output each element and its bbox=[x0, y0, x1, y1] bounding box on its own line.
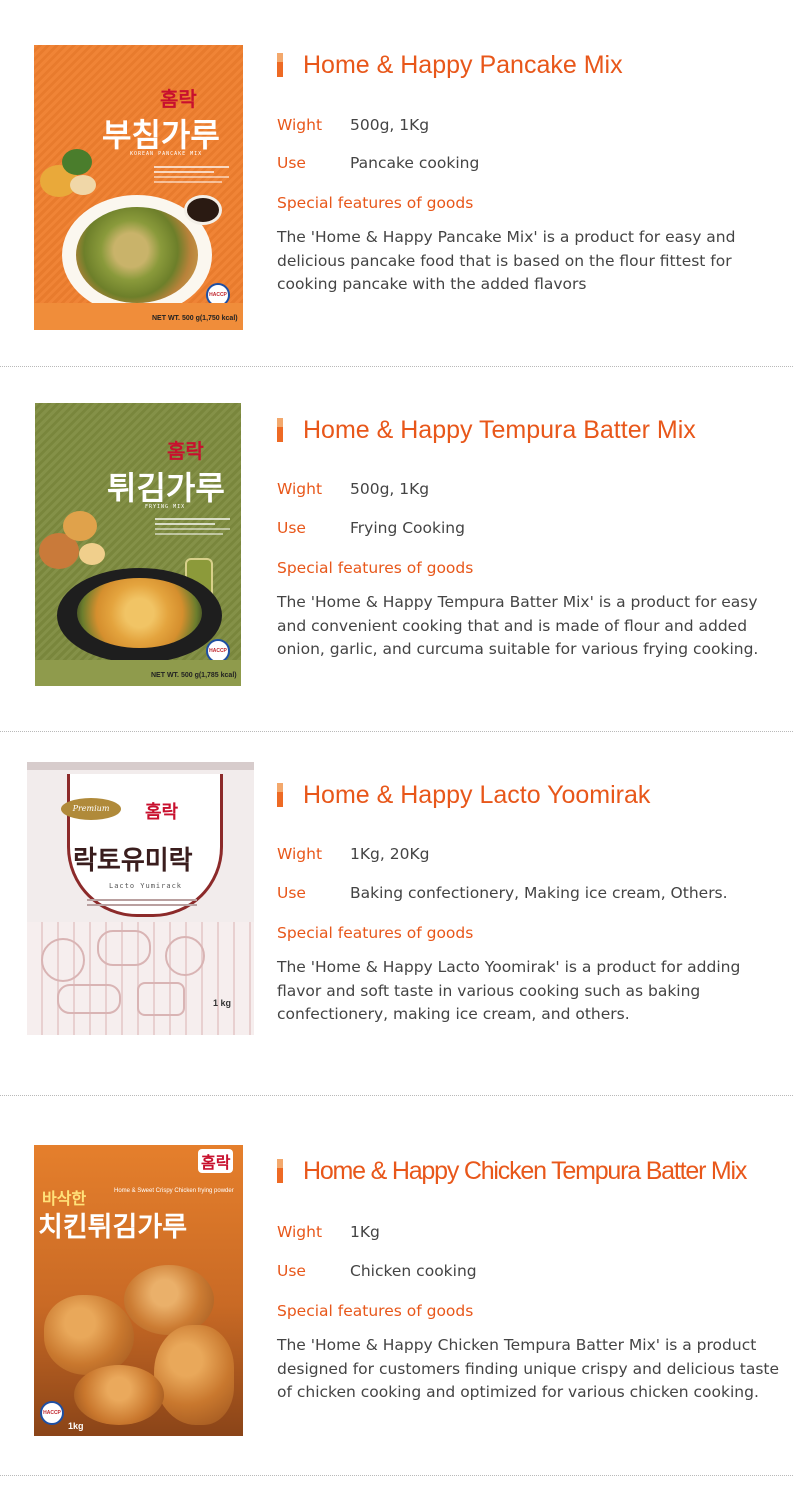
package-blurb-lines bbox=[87, 896, 197, 909]
product-description: The 'Home & Happy Pancake Mix' is a prod… bbox=[277, 228, 736, 293]
features-label: Special features of goods bbox=[277, 1302, 474, 1320]
divider bbox=[0, 1475, 793, 1476]
product-info: Home & Happy Lacto Yoomirak Wight 1Kg, 2… bbox=[277, 780, 787, 1040]
use-value: Frying Cooking bbox=[350, 519, 465, 537]
weight-label: Wight bbox=[277, 116, 323, 134]
package-subtitle: FRYING MIX bbox=[145, 504, 186, 510]
use-value: Baking confectionery, Making ice cream, … bbox=[350, 884, 728, 902]
package-name: 부침가루 bbox=[102, 116, 220, 154]
package-blurb-lines bbox=[154, 163, 229, 186]
product-title: Home & Happy Tempura Batter Mix bbox=[303, 416, 696, 444]
weight-label: Wight bbox=[277, 1223, 323, 1241]
title-row: Home & Happy Pancake Mix bbox=[277, 50, 787, 80]
use-label: Use bbox=[277, 519, 306, 537]
package-blurb-lines bbox=[155, 515, 230, 538]
product-title: Home & Happy Chicken Tempura Batter Mix bbox=[303, 1157, 747, 1185]
product-image-lacto-yoomirak: Premium 홈락 락토유미락 Lacto Yumirack 1 kg bbox=[27, 762, 254, 1035]
product-image-chicken-tempura-batter-mix: 홈락 바삭한 Home & Sweet Crispy Chicken fryin… bbox=[34, 1145, 243, 1436]
product-image-pancake-mix: 홈락 부침가루 KOREAN PANCAKE MIX HACCP NET WT.… bbox=[34, 45, 243, 330]
weight-value: 1Kg, 20Kg bbox=[350, 845, 430, 863]
tempura-plate-image bbox=[57, 568, 222, 663]
weight-label: Wight bbox=[277, 845, 323, 863]
title-marker bbox=[277, 1159, 283, 1183]
premium-badge: Premium bbox=[61, 798, 121, 820]
title-row: Home & Happy Chicken Tempura Batter Mix bbox=[277, 1156, 787, 1186]
haccp-badge: HACCP bbox=[40, 1401, 64, 1425]
package-name: 튀김가루 bbox=[107, 469, 225, 507]
product-description: The 'Home & Happy Chicken Tempura Batter… bbox=[277, 1336, 780, 1401]
package-name: 치킨튀김가루 bbox=[38, 1212, 188, 1243]
bakery-pattern-image bbox=[27, 922, 254, 1035]
brand-logo: 홈락 bbox=[167, 439, 204, 463]
product-info: Home & Happy Chicken Tempura Batter Mix … bbox=[277, 1156, 787, 1446]
features-label: Special features of goods bbox=[277, 194, 474, 212]
package-border-top bbox=[27, 762, 254, 770]
product-description: The 'Home & Happy Tempura Batter Mix' is… bbox=[277, 593, 759, 658]
brand-logo: 홈락 bbox=[145, 802, 179, 823]
vegetables-image bbox=[40, 145, 100, 205]
use-label: Use bbox=[277, 1262, 306, 1280]
product-lacto-yoomirak: Premium 홈락 락토유미락 Lacto Yumirack 1 kg Hom… bbox=[0, 732, 793, 1095]
title-marker bbox=[277, 783, 283, 807]
net-weight: 1 kg bbox=[213, 998, 232, 1008]
net-weight: NET WT. 500 g(1,750 kcal) bbox=[152, 315, 238, 322]
weight-value: 1Kg bbox=[350, 1223, 380, 1241]
product-title: Home & Happy Pancake Mix bbox=[303, 51, 623, 79]
net-weight: NET WT. 500 g(1,785 kcal) bbox=[151, 672, 237, 679]
brand-logo: 홈락 bbox=[160, 87, 197, 111]
use-label: Use bbox=[277, 154, 306, 172]
package-name: 락토유미락 bbox=[73, 846, 193, 876]
product-info: Home & Happy Pancake Mix Wight 500g, 1Kg… bbox=[277, 50, 787, 310]
title-marker bbox=[277, 418, 283, 442]
package-subtitle: Lacto Yumirack bbox=[109, 882, 183, 890]
product-image-tempura-batter-mix: 홈락 튀김가루 FRYING MIX HACCP NET WT. 500 g(1… bbox=[35, 403, 241, 686]
weight-value: 500g, 1Kg bbox=[350, 480, 430, 498]
sauce-bowl-image bbox=[184, 195, 222, 225]
package-subtitle: Home & Sweet Crispy Chicken frying powde… bbox=[114, 1188, 234, 1194]
vegetables-image bbox=[39, 503, 109, 573]
package-subtitle: KOREAN PANCAKE MIX bbox=[130, 151, 203, 157]
title-marker bbox=[277, 53, 283, 77]
net-weight: 1kg bbox=[68, 1421, 84, 1431]
features-label: Special features of goods bbox=[277, 924, 474, 942]
brand-logo: 홈락 bbox=[198, 1149, 234, 1173]
title-row: Home & Happy Tempura Batter Mix bbox=[277, 415, 787, 445]
use-value: Chicken cooking bbox=[350, 1262, 477, 1280]
use-value: Pancake cooking bbox=[350, 154, 480, 172]
title-row: Home & Happy Lacto Yoomirak bbox=[277, 780, 787, 810]
features-label: Special features of goods bbox=[277, 559, 474, 577]
weight-value: 500g, 1Kg bbox=[350, 116, 430, 134]
weight-label: Wight bbox=[277, 480, 323, 498]
product-chicken-tempura-batter-mix: 홈락 바삭한 Home & Sweet Crispy Chicken fryin… bbox=[0, 1096, 793, 1476]
product-tempura-batter-mix: 홈락 튀김가루 FRYING MIX HACCP NET WT. 500 g(1… bbox=[0, 367, 793, 730]
product-pancake-mix: 홈락 부침가루 KOREAN PANCAKE MIX HACCP NET WT.… bbox=[0, 0, 793, 365]
product-info: Home & Happy Tempura Batter Mix Wight 50… bbox=[277, 415, 787, 705]
product-title: Home & Happy Lacto Yoomirak bbox=[303, 781, 651, 809]
use-label: Use bbox=[277, 884, 306, 902]
fried-chicken-image bbox=[34, 1255, 243, 1436]
product-description: The 'Home & Happy Lacto Yoomirak' is a p… bbox=[277, 958, 741, 1023]
